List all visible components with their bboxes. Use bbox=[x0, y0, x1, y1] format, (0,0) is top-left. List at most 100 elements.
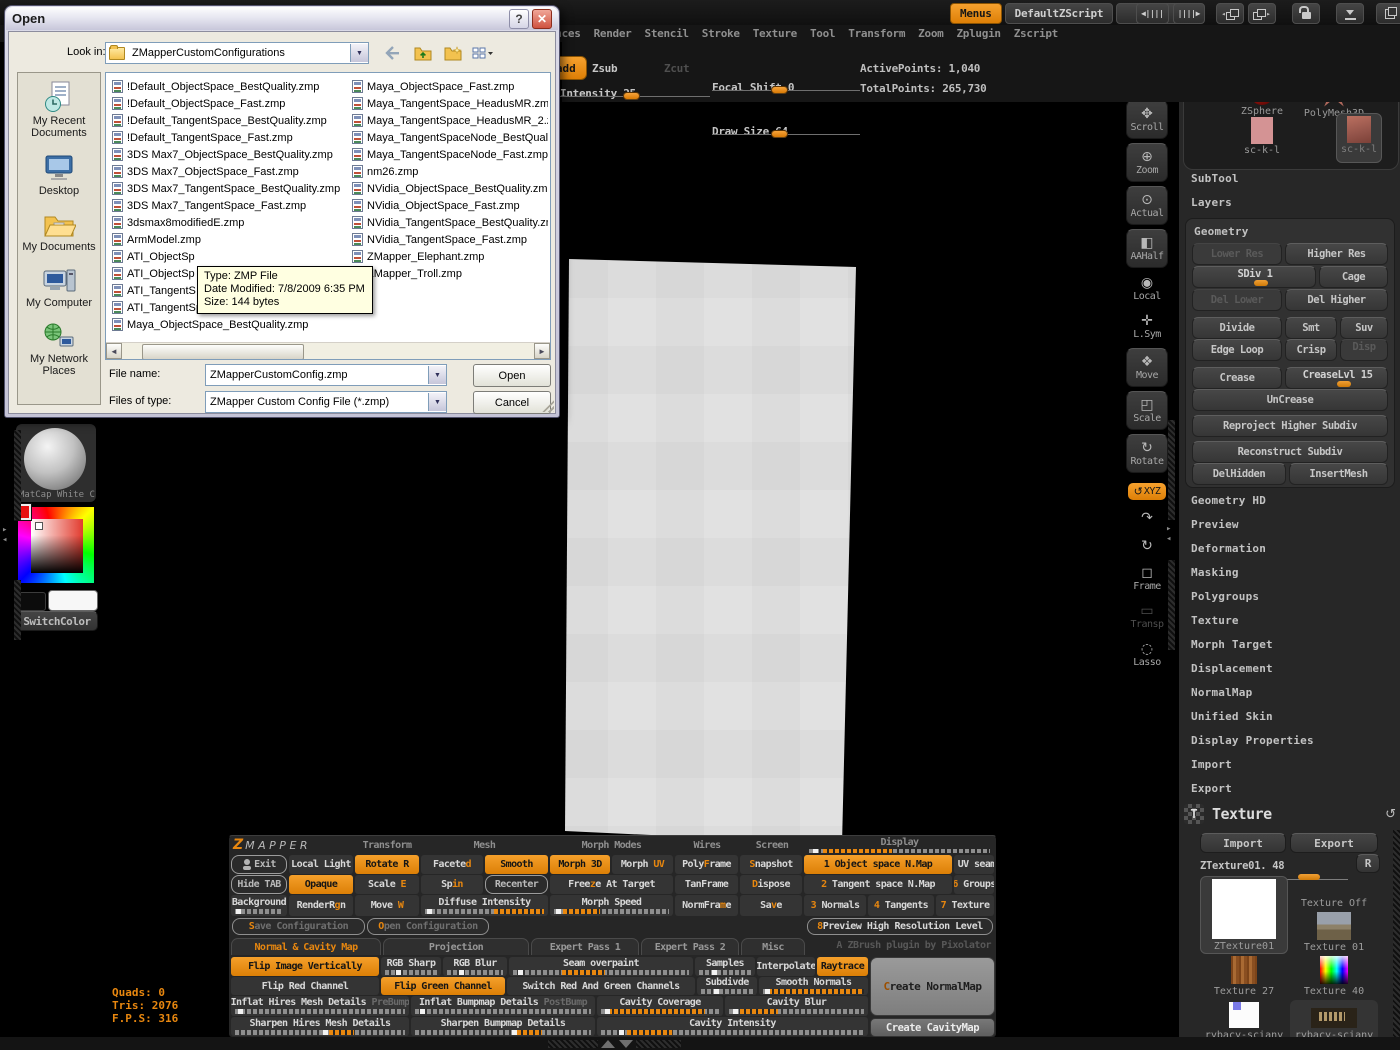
texture-item[interactable]: ZTexture01 bbox=[1200, 876, 1288, 954]
file-list-item[interactable]: 3DS Max7_ObjectSpace_Fast.zmp bbox=[112, 163, 346, 180]
files-of-type-combobox[interactable]: ZMapper Custom Config File (*.zmp) ▼ bbox=[205, 391, 447, 413]
zmapper-button[interactable]: 5 UV seams bbox=[954, 855, 994, 874]
file-list-item[interactable]: ZMapper_Elephant.zmp bbox=[352, 248, 548, 265]
zmapper-button[interactable]: Local Light bbox=[289, 855, 353, 874]
zmapper-tab[interactable]: Mesh bbox=[421, 837, 548, 854]
zmapper-button[interactable]: Spin bbox=[421, 875, 483, 894]
secondary-color-swatch[interactable] bbox=[18, 592, 46, 611]
color-picker[interactable] bbox=[14, 503, 94, 583]
tool-section-header[interactable]: Texture bbox=[1191, 608, 1393, 632]
zmapper-button[interactable]: Diffuse Intensity bbox=[421, 895, 548, 916]
draw-size-slider[interactable]: Draw Size 64 bbox=[712, 120, 860, 140]
tool-section-header[interactable]: Deformation bbox=[1191, 536, 1393, 560]
focal-shift-slider[interactable]: Focal Shift 0 bbox=[712, 76, 860, 96]
file-list-item[interactable]: 3DS Max7_TangentSpace_BestQuality.zmp bbox=[112, 180, 346, 197]
zmapper-button[interactable]: Morph UV bbox=[612, 855, 673, 874]
place-my-computer[interactable]: My Computer bbox=[20, 267, 98, 309]
tool-section-header[interactable]: Unified Skin bbox=[1191, 704, 1393, 728]
zmapper-button[interactable]: Switch Red And Green Channels bbox=[507, 977, 695, 995]
place-recent-documents[interactable]: My Recent Documents bbox=[20, 81, 98, 139]
view-menu-button[interactable] bbox=[471, 42, 495, 64]
file-list-item[interactable]: ZMapper_Troll.zmp bbox=[352, 265, 548, 282]
geometry-button[interactable]: Suv bbox=[1340, 317, 1388, 339]
menu-item[interactable]: Render bbox=[594, 27, 632, 40]
scroll-down-arrow[interactable] bbox=[619, 1040, 633, 1048]
create-normalmap-button[interactable]: Create NormalMap bbox=[870, 957, 995, 1016]
zmapper-lower-tab[interactable]: Normal & Cavity Map bbox=[231, 938, 381, 955]
zcut-button[interactable]: Zcut bbox=[664, 62, 690, 75]
zmapper-button[interactable]: Smooth bbox=[485, 855, 548, 874]
tool-section-header[interactable]: Polygroups bbox=[1191, 584, 1393, 608]
geometry-button[interactable]: InsertMesh bbox=[1289, 463, 1388, 485]
file-list-item[interactable]: Maya_ObjectSpace_BestQuality.zmp bbox=[112, 316, 346, 333]
menu-item[interactable]: Stroke bbox=[702, 27, 740, 40]
toolbar-button[interactable]: ↷ bbox=[1127, 506, 1167, 530]
zmapper-lower-tab[interactable]: Misc bbox=[741, 938, 805, 955]
file-list-horizontal-scrollbar[interactable]: ◄ ► bbox=[106, 342, 550, 359]
tool-section-header[interactable]: Morph Target bbox=[1191, 632, 1393, 656]
left-panel-collapse-arrows[interactable]: ▸ ◂ bbox=[2, 525, 7, 545]
toolbar-button[interactable]: ⊕ Zoom bbox=[1126, 143, 1168, 182]
matcap-preview[interactable]: MatCap White C bbox=[16, 424, 96, 502]
open-configuration-button[interactable]: Open Configuration bbox=[367, 918, 489, 935]
zmapper-button[interactable]: Sharpen Bumpmap Details bbox=[411, 1017, 595, 1036]
zmapper-button[interactable]: 3 Normals bbox=[804, 895, 866, 916]
prev-document-button[interactable]: ◂ bbox=[1216, 3, 1244, 24]
texture-item[interactable]: Texture Off bbox=[1290, 876, 1378, 910]
place-my-network[interactable]: My Network Places bbox=[20, 323, 98, 377]
toolbar-button[interactable]: ◉ Local bbox=[1127, 272, 1167, 306]
zmapper-button[interactable]: Seam overpaint bbox=[509, 957, 693, 976]
zmapper-button[interactable]: Samples bbox=[695, 957, 755, 976]
geometry-button[interactable]: Lower Res bbox=[1192, 243, 1282, 265]
tool-section-header[interactable]: Import bbox=[1191, 752, 1393, 776]
geometry-button[interactable]: UnCrease bbox=[1192, 389, 1388, 411]
zmapper-button[interactable]: RGB Sharp bbox=[381, 957, 441, 976]
tool-section-header[interactable]: Displacement bbox=[1191, 656, 1393, 680]
zmapper-button[interactable]: Freeze At Target bbox=[550, 875, 673, 894]
zmapper-button[interactable]: Rotate R bbox=[355, 855, 419, 874]
zmapper-button[interactable]: Move W bbox=[355, 895, 419, 916]
zmapper-button[interactable]: Background bbox=[231, 895, 287, 916]
geometry-button[interactable]: Divide bbox=[1192, 317, 1282, 339]
toolbar-button[interactable]: ✥ Scroll bbox=[1126, 100, 1168, 139]
menu-item[interactable]: Zplugin bbox=[956, 27, 1001, 40]
geometry-button[interactable]: CreaseLvl 15 bbox=[1285, 367, 1388, 389]
zmapper-button[interactable]: Snapshot bbox=[740, 855, 802, 874]
zmapper-button[interactable]: 6 Groups bbox=[954, 875, 994, 894]
zmapper-button[interactable]: Sharpen Hires Mesh Details bbox=[231, 1017, 409, 1036]
saturation-value-square[interactable] bbox=[31, 519, 83, 573]
back-button[interactable] bbox=[381, 42, 405, 64]
scroll-left-button[interactable]: ◄ bbox=[106, 343, 122, 359]
bottom-scroll-hatch[interactable] bbox=[636, 1040, 681, 1048]
geometry-section-header[interactable]: Geometry bbox=[1194, 219, 1249, 243]
scrub-left-button[interactable]: ◀|||| bbox=[1136, 3, 1169, 24]
left-divider-scrollbar[interactable] bbox=[14, 430, 21, 520]
zmapper-button[interactable]: 1 Object space N.Map bbox=[804, 855, 952, 874]
right-panel-collapse-arrows[interactable]: ▸ ◂ bbox=[1166, 524, 1171, 544]
preview-high-resolution-button[interactable]: 8 Preview High Resolution Level bbox=[807, 918, 993, 935]
rgb-intensity-slider[interactable]: Intensity 25 bbox=[560, 82, 710, 100]
texture-item[interactable]: Texture 40 bbox=[1290, 956, 1378, 998]
file-list-item[interactable]: NVidia_TangentSpace_Fast.zmp bbox=[352, 231, 548, 248]
look-in-dropdown-button[interactable]: ▼ bbox=[350, 44, 368, 62]
dialog-title-bar[interactable]: Open ? ✕ bbox=[6, 7, 558, 30]
geometry-button[interactable]: Cage bbox=[1319, 266, 1388, 288]
open-button[interactable]: Open bbox=[473, 364, 551, 387]
file-list-item[interactable]: NVidia_ObjectSpace_Fast.zmp bbox=[352, 197, 548, 214]
look-in-combobox[interactable]: ZMapperCustomConfigurations ▼ bbox=[105, 42, 369, 64]
texture-import-button[interactable]: Import bbox=[1200, 833, 1286, 853]
toolbar-button[interactable]: ↻ bbox=[1127, 534, 1167, 558]
geometry-button[interactable]: Disp bbox=[1340, 339, 1388, 361]
geometry-button[interactable]: Del Higher bbox=[1285, 289, 1388, 311]
geometry-button[interactable]: DelHidden bbox=[1192, 463, 1286, 485]
menus-button[interactable]: Menus bbox=[950, 3, 1002, 24]
create-cavitymap-button[interactable]: Create CavityMap bbox=[870, 1018, 995, 1037]
scroll-right-button[interactable]: ► bbox=[534, 343, 550, 359]
texture-export-button[interactable]: Export bbox=[1290, 833, 1378, 853]
geometry-button[interactable]: Smt bbox=[1285, 317, 1337, 339]
geometry-button[interactable]: Reconstruct Subdiv bbox=[1192, 441, 1388, 463]
zmapper-button[interactable]: TanFrame bbox=[675, 875, 738, 894]
zmapper-button[interactable]: Cavity Blur bbox=[725, 996, 868, 1016]
restore-button[interactable] bbox=[1376, 3, 1400, 24]
tool-section-header[interactable]: Preview bbox=[1191, 512, 1393, 536]
